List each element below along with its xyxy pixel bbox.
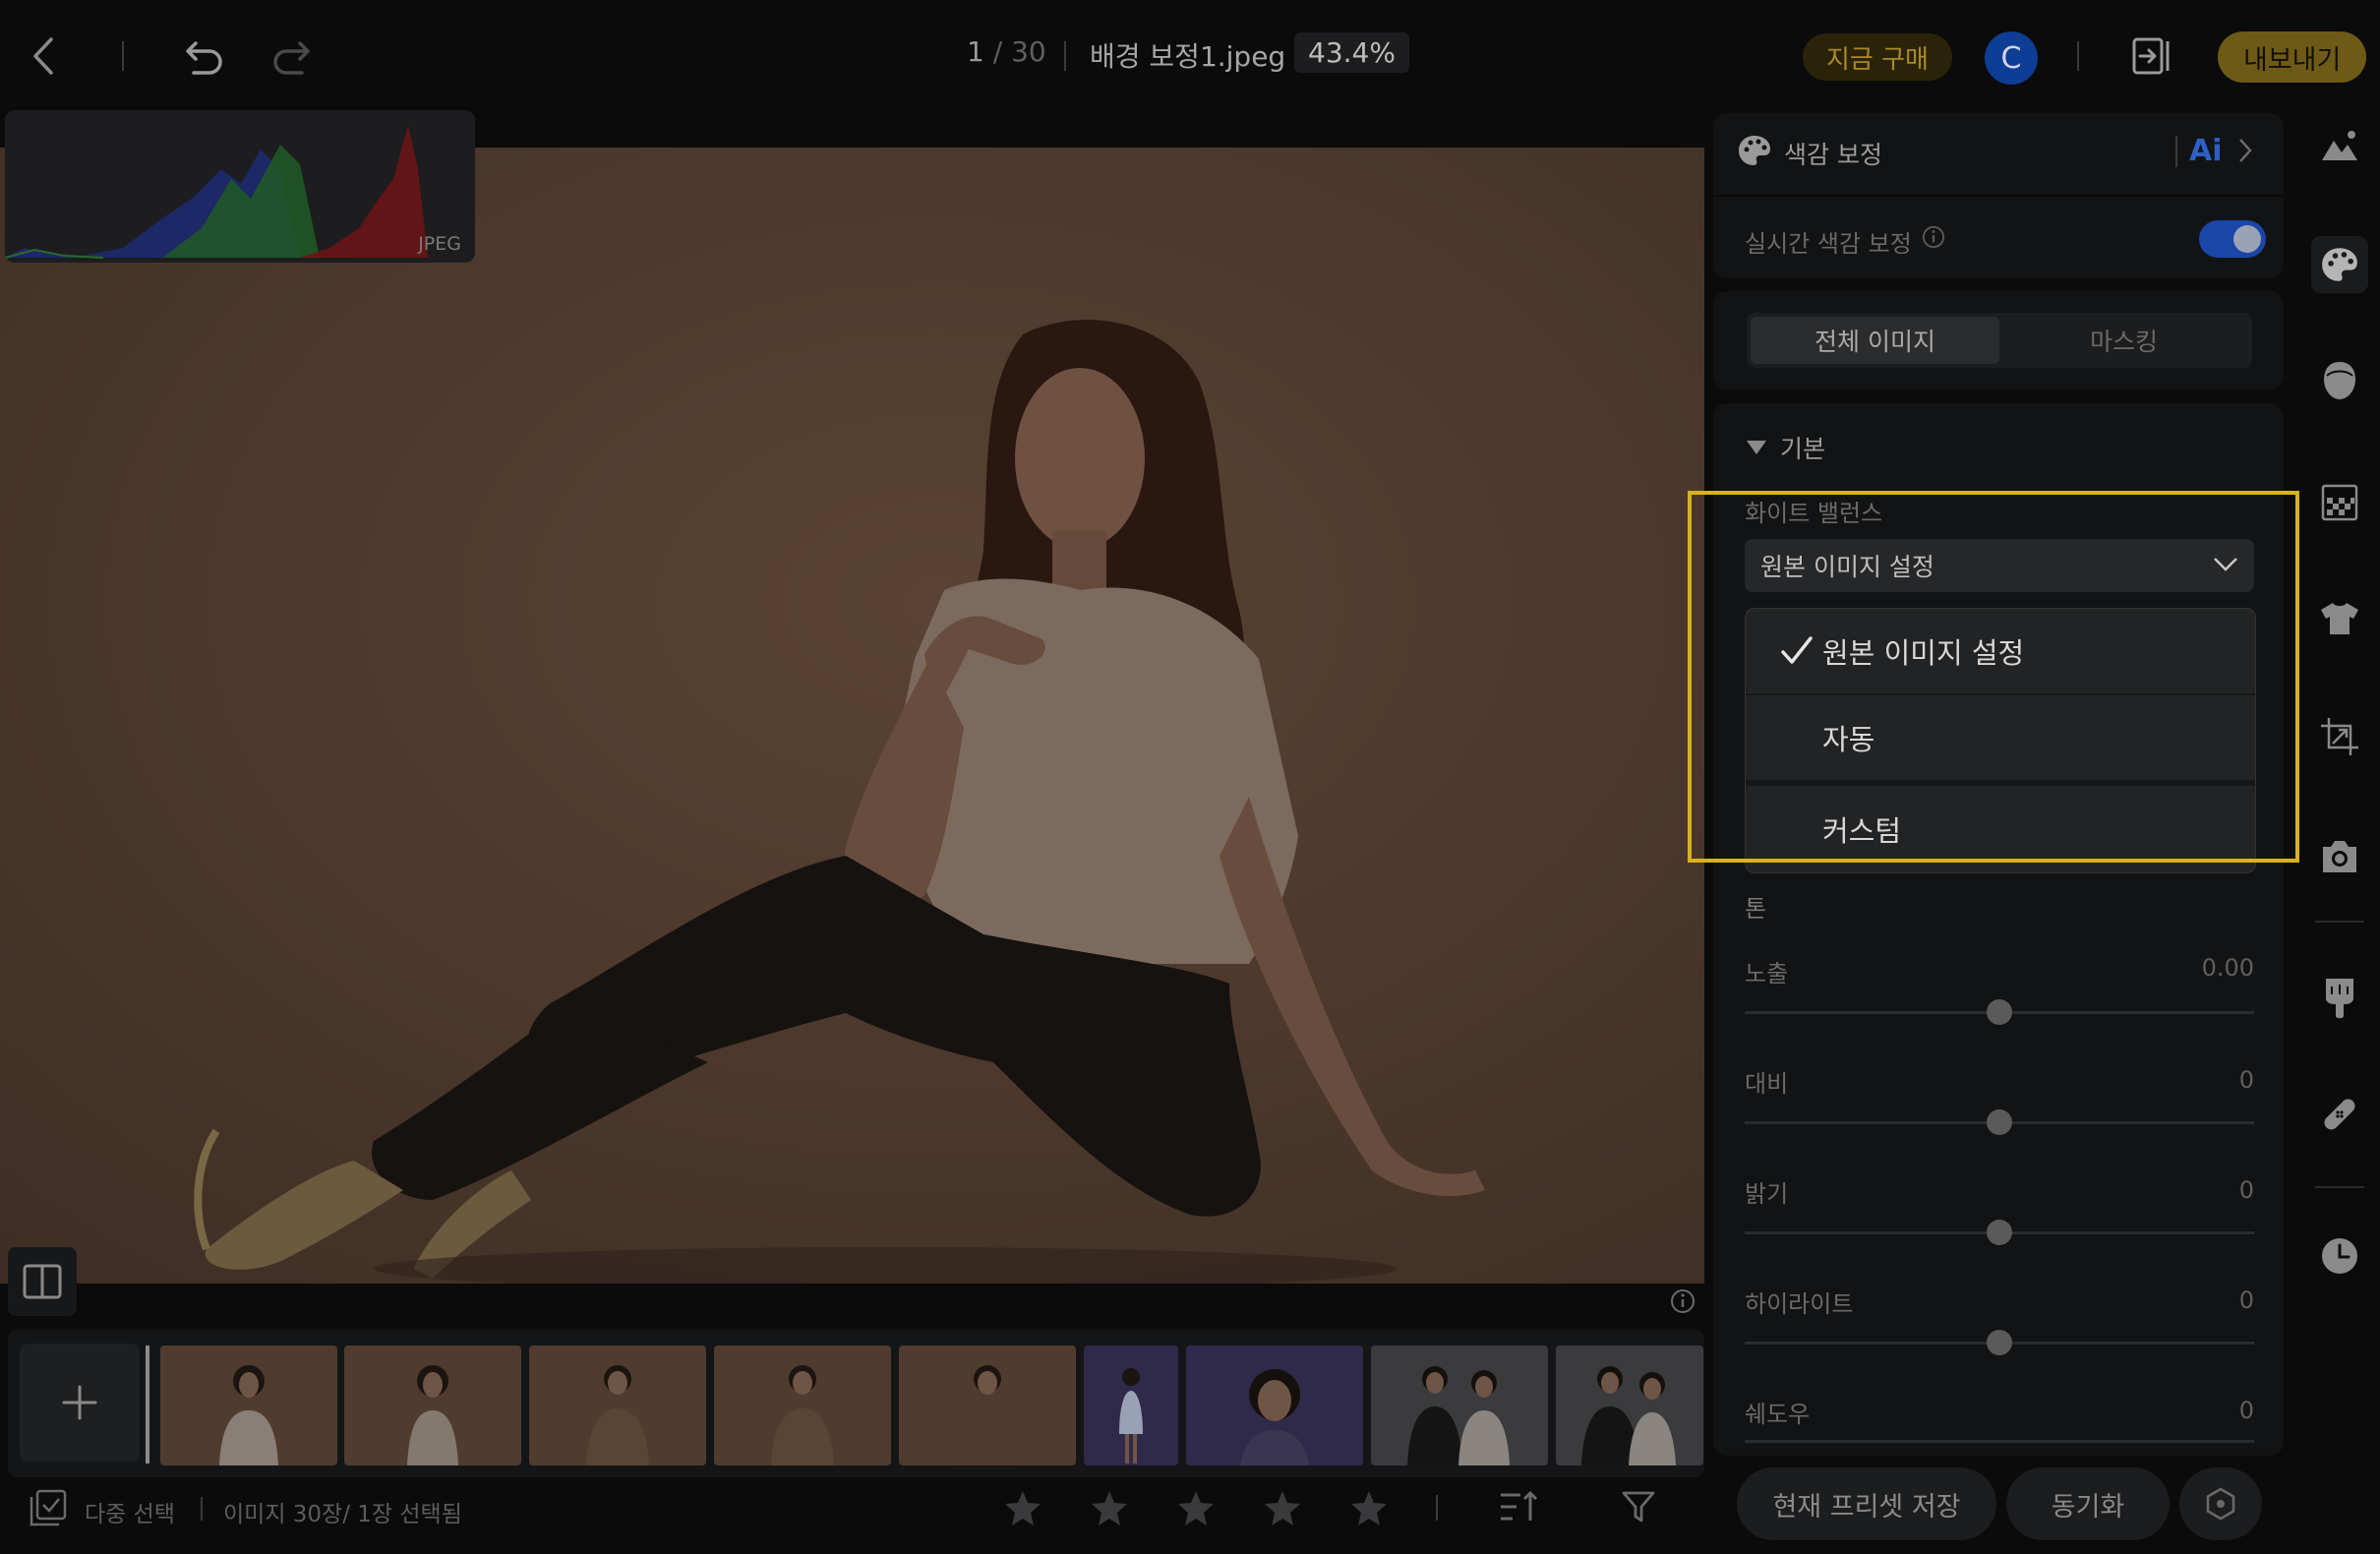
counter-total: / 30 xyxy=(992,35,1046,68)
info-icon[interactable] xyxy=(1922,225,1945,249)
slider-label-shadows: 쉐도우 xyxy=(1745,1401,1811,1428)
header-divider xyxy=(2077,41,2079,71)
filmstrip-thumbnail[interactable] xyxy=(344,1345,521,1465)
brush-icon[interactable] xyxy=(2311,970,2368,1027)
multi-select-label[interactable]: 다중 선택 xyxy=(85,1495,175,1528)
panel-collapse-icon[interactable] xyxy=(2129,33,2174,79)
slider-label-exposure: 노출 xyxy=(1745,960,1789,987)
group-title-basic[interactable]: 기본 xyxy=(1780,430,1825,465)
background-icon[interactable] xyxy=(2311,474,2368,531)
photo-canvas[interactable] xyxy=(0,148,1704,1284)
slider-value-highlights[interactable]: 0 xyxy=(2156,1286,2254,1314)
crop-icon[interactable] xyxy=(2311,708,2368,765)
plus-icon xyxy=(62,1385,97,1420)
slider-label-highlights: 하이라이트 xyxy=(1745,1290,1854,1318)
image-counter: 1 / 30 xyxy=(967,35,1046,68)
filmstrip-thumbnail[interactable] xyxy=(529,1345,706,1465)
preset-settings-button[interactable] xyxy=(2179,1467,2262,1540)
filmstrip-thumbnail[interactable] xyxy=(1084,1345,1178,1465)
face-retouch-icon[interactable] xyxy=(2311,352,2368,409)
undo-icon[interactable] xyxy=(181,33,228,81)
realtime-correction-toggle[interactable] xyxy=(2199,220,2266,258)
filmstrip-cursor xyxy=(146,1345,149,1464)
scope-segmented-control: 전체 이미지 마스킹 xyxy=(1747,313,2252,368)
filmstrip-thumbnail[interactable] xyxy=(899,1345,1076,1465)
camera-icon[interactable] xyxy=(2311,828,2368,885)
toggle-knob xyxy=(2233,225,2261,253)
selection-status: 이미지 30장/ 1장 선택됨 xyxy=(223,1502,462,1527)
rail-divider xyxy=(2315,1186,2364,1188)
tone-title: 톤 xyxy=(1745,895,1767,923)
filmstrip-thumbnail[interactable] xyxy=(1186,1345,1363,1465)
star-icon xyxy=(1092,1491,1127,1525)
filter-icon[interactable] xyxy=(1621,1489,1656,1524)
palette-icon xyxy=(1737,134,1772,167)
bottom-divider xyxy=(201,1497,203,1521)
slider-track-shadows[interactable] xyxy=(1745,1440,2254,1443)
histogram-format-label: JPEG xyxy=(418,233,461,255)
slider-handle-highlights[interactable] xyxy=(1987,1330,2012,1355)
slider-handle-brightness[interactable] xyxy=(1987,1220,2012,1245)
rail-divider xyxy=(2315,921,2364,923)
sync-button[interactable]: 동기화 xyxy=(2006,1467,2170,1540)
realtime-correction-label: 실시간 색감 보정 xyxy=(1745,230,1912,258)
slider-value-brightness[interactable]: 0 xyxy=(2156,1176,2254,1204)
hexagon-settings-icon xyxy=(2206,1487,2235,1521)
star-icon xyxy=(1005,1491,1041,1525)
file-name: 배경 보정1.jpeg xyxy=(1090,40,1286,73)
counter-current: 1 xyxy=(967,35,984,68)
filmstrip-thumbnail[interactable] xyxy=(1371,1345,1548,1465)
redo-icon[interactable] xyxy=(268,33,315,81)
landscape-icon[interactable] xyxy=(2311,118,2368,175)
tab-masking[interactable]: 마스킹 xyxy=(1999,317,2248,364)
sort-icon[interactable] xyxy=(1499,1489,1538,1524)
compare-icon[interactable] xyxy=(8,1247,77,1316)
rating-divider xyxy=(1436,1495,1438,1521)
multi-select-icon[interactable] xyxy=(30,1489,67,1526)
info-icon[interactable] xyxy=(1670,1288,1696,1314)
card-separator xyxy=(1713,195,2284,197)
photo-image xyxy=(0,148,1704,1284)
slider-value-exposure[interactable]: 0.00 xyxy=(2156,954,2254,982)
slider-label-brightness: 밝기 xyxy=(1745,1180,1789,1208)
filmstrip xyxy=(8,1330,1704,1477)
star-icon xyxy=(1178,1491,1214,1525)
filmstrip-thumbnail[interactable] xyxy=(160,1345,337,1465)
star-icon xyxy=(1265,1491,1300,1525)
filmstrip-thumbnail[interactable] xyxy=(1556,1345,1703,1465)
back-icon[interactable] xyxy=(22,30,65,83)
user-avatar[interactable]: C xyxy=(1985,31,2038,85)
slider-value-contrast[interactable]: 0 xyxy=(2156,1066,2254,1094)
save-preset-button[interactable]: 현재 프리셋 저장 xyxy=(1737,1467,1996,1540)
palette-icon[interactable] xyxy=(2311,236,2368,293)
rating-stars xyxy=(1003,1489,1397,1528)
slider-handle-contrast[interactable] xyxy=(1987,1109,2012,1135)
history-icon[interactable] xyxy=(2311,1227,2368,1285)
slider-label-contrast: 대비 xyxy=(1745,1070,1789,1098)
histogram: JPEG xyxy=(5,110,475,263)
zoom-level[interactable]: 43.4% xyxy=(1294,32,1409,73)
filmstrip-thumbnail[interactable] xyxy=(714,1345,891,1465)
clothing-icon[interactable] xyxy=(2311,590,2368,647)
bandage-icon[interactable] xyxy=(2311,1086,2368,1143)
buy-now-button[interactable]: 지금 구매 xyxy=(1803,33,1952,81)
tab-whole-image[interactable]: 전체 이미지 xyxy=(1751,317,1999,364)
section-title: 색감 보정 xyxy=(1784,141,1882,169)
star-icon xyxy=(1351,1491,1387,1525)
add-image-button[interactable] xyxy=(20,1344,140,1462)
chevron-right-icon[interactable] xyxy=(2238,138,2252,163)
title-divider xyxy=(1064,41,1066,71)
histogram-graph xyxy=(5,125,428,259)
toolbar-divider xyxy=(122,41,124,71)
slider-handle-exposure[interactable] xyxy=(1987,999,2012,1025)
export-button[interactable]: 내보내기 xyxy=(2218,31,2367,83)
highlight-annotation xyxy=(1688,491,2299,863)
slider-value-shadows[interactable]: 0 xyxy=(2156,1397,2254,1424)
ai-label[interactable]: Ai xyxy=(2189,134,2223,168)
collapse-triangle-icon[interactable] xyxy=(1745,439,1768,456)
section-divider xyxy=(2175,136,2177,167)
